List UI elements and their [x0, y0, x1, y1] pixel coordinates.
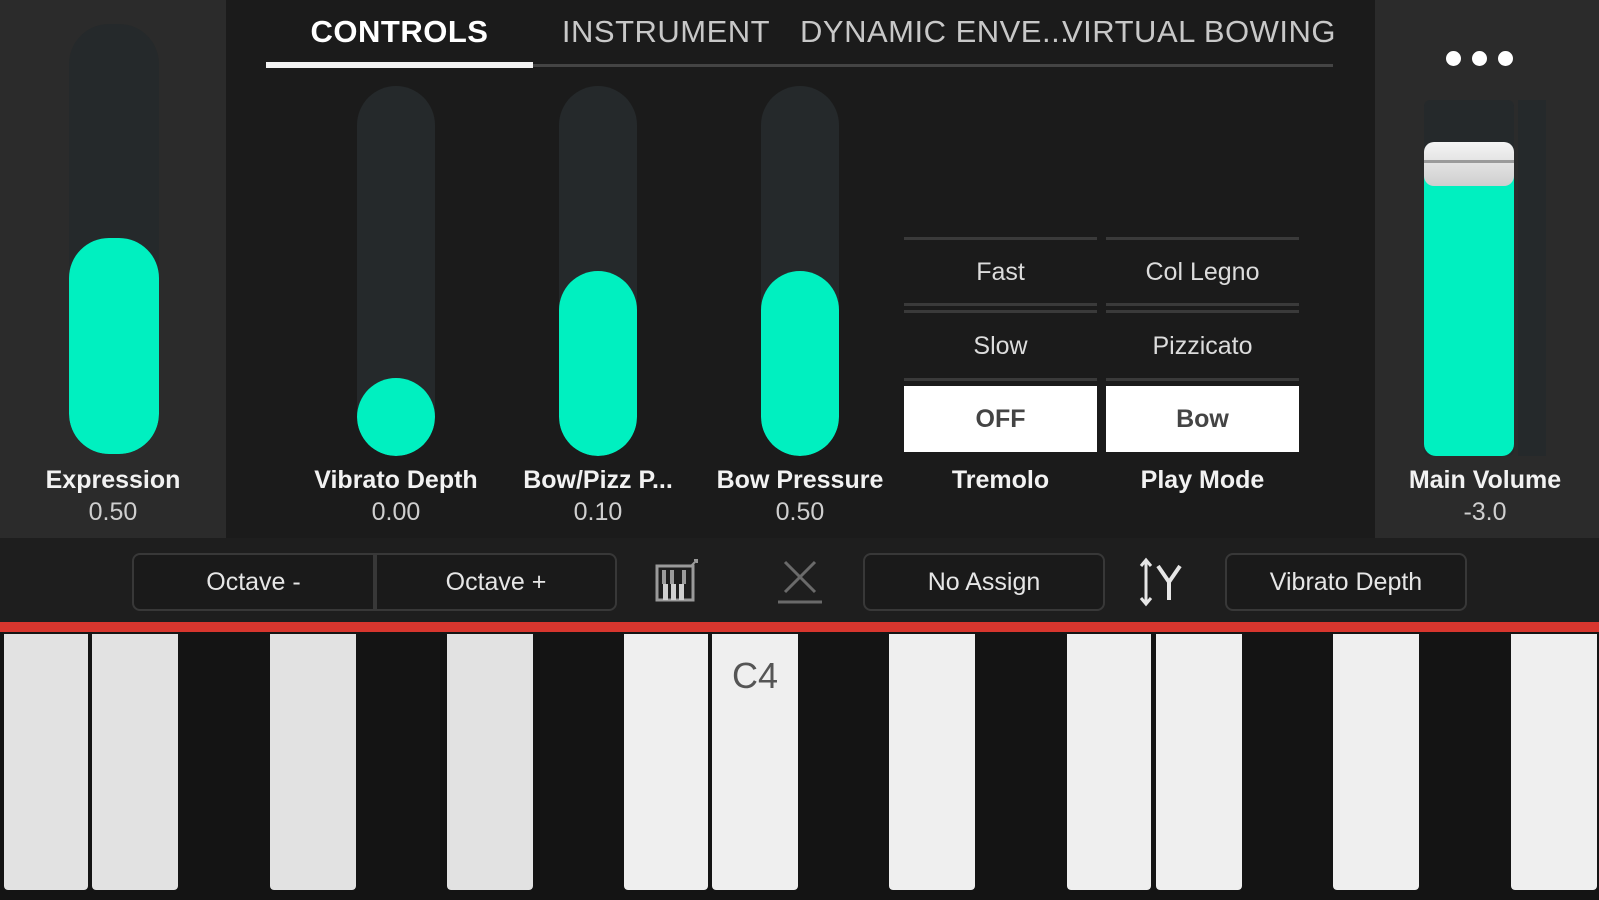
more-dots-icon[interactable] [1440, 44, 1520, 74]
x-axis-icon[interactable] [772, 556, 828, 608]
play-mode-divider [1106, 237, 1299, 240]
white-key[interactable] [624, 634, 708, 890]
y-axis-icon[interactable] [1136, 556, 1192, 608]
tremolo-option-fast[interactable]: Fast [904, 242, 1097, 302]
tremolo-option-off[interactable]: OFF [904, 386, 1097, 452]
main-volume-handle[interactable] [1424, 142, 1514, 186]
keyboard-icon[interactable] [651, 556, 703, 608]
vibrato-depth-label: Vibrato Depth [314, 466, 478, 494]
tab-instrument[interactable]: INSTRUMENT [548, 14, 784, 58]
dot-shape [1472, 51, 1487, 66]
tab-virtual-bowing[interactable]: VIRTUAL BOWING [1062, 14, 1335, 58]
dot-shape [1446, 51, 1461, 66]
tremolo-option-slow[interactable]: Slow [904, 316, 1097, 376]
white-key[interactable] [447, 634, 533, 890]
white-key[interactable] [1333, 634, 1419, 890]
bow-pressure-value: 0.50 [775, 498, 825, 526]
play-mode-label: Play Mode [1140, 466, 1265, 494]
expression-label: Expression [45, 466, 181, 494]
x-assign-button[interactable]: No Assign [863, 553, 1105, 611]
bow-pizz-slider-fill [559, 271, 637, 456]
tab-controls[interactable]: CONTROLS [266, 14, 533, 58]
play-mode-option-bow[interactable]: Bow [1106, 386, 1299, 452]
white-key[interactable] [1067, 634, 1151, 890]
white-key[interactable] [4, 634, 88, 890]
c4-key-label: C4 [731, 655, 779, 696]
vibrato-depth-value: 0.00 [371, 498, 421, 526]
play-mode-option-pizzicato[interactable]: Pizzicato [1106, 316, 1299, 376]
white-key[interactable] [92, 634, 178, 890]
play-mode-divider [1106, 310, 1299, 313]
tremolo-divider [904, 310, 1097, 313]
bow-pressure-slider-fill [761, 271, 839, 456]
bow-pressure-label: Bow Pressure [716, 466, 884, 494]
expression-value: 0.50 [88, 498, 138, 526]
tremolo-divider [904, 303, 1097, 306]
play-mode-option-col-legno[interactable]: Col Legno [1106, 242, 1299, 302]
main-volume-value: -3.0 [1463, 498, 1507, 526]
keyboard-top-line [0, 622, 1599, 632]
tremolo-divider [904, 378, 1097, 381]
bow-pressure-slider[interactable] [761, 86, 839, 456]
main-volume-meter [1518, 100, 1546, 456]
tab-dynamic-envelope[interactable]: DYNAMIC ENVE... [800, 14, 1069, 58]
tremolo-label: Tremolo [951, 466, 1050, 494]
vibrato-depth-slider[interactable] [357, 86, 435, 456]
bow-pizz-label: Bow/Pizz P... [523, 466, 673, 494]
octave-down-button[interactable]: Octave - [132, 553, 375, 611]
dot-shape [1498, 51, 1513, 66]
bow-pizz-slider[interactable] [559, 86, 637, 456]
expression-slider-fill [69, 238, 159, 454]
white-key[interactable] [1156, 634, 1242, 890]
octave-up-button[interactable]: Octave + [375, 553, 617, 611]
play-mode-divider [1106, 378, 1299, 381]
vibrato-depth-slider-knob[interactable] [357, 378, 435, 456]
main-volume-label: Main Volume [1408, 466, 1562, 494]
white-key[interactable] [270, 634, 356, 890]
expression-slider[interactable] [69, 24, 159, 454]
main-volume-fill [1424, 152, 1514, 456]
white-key[interactable] [1511, 634, 1597, 890]
play-mode-divider [1106, 303, 1299, 306]
tremolo-divider [904, 237, 1097, 240]
y-assign-button[interactable]: Vibrato Depth [1225, 553, 1467, 611]
bow-pizz-value: 0.10 [573, 498, 623, 526]
white-key[interactable] [889, 634, 975, 890]
tab-active-indicator [266, 62, 533, 68]
